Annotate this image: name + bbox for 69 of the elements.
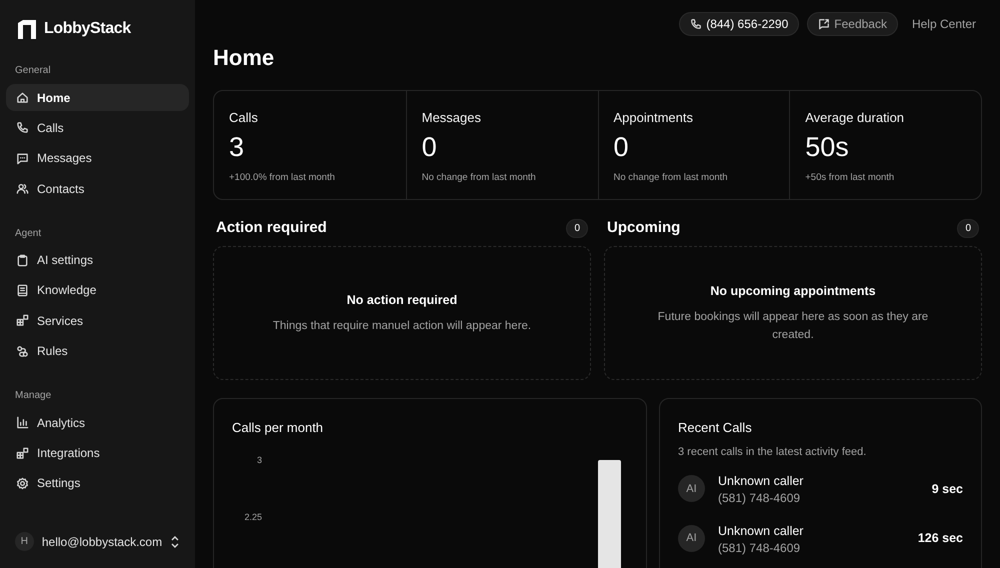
- nav-item[interactable]: Contacts: [6, 175, 189, 202]
- axis-label: 3: [256, 454, 262, 466]
- stat-note: No change from last month: [422, 170, 537, 184]
- stat-label: Appointments: [614, 109, 694, 127]
- stat-value: 0: [422, 130, 438, 164]
- nav-item[interactable]: Home: [6, 84, 189, 111]
- empty-state-title: No action required: [346, 292, 458, 310]
- blocks-icon: [16, 446, 29, 460]
- feedback-button[interactable]: Feedback: [807, 12, 898, 36]
- route-icon: [16, 344, 29, 358]
- caller-name: Unknown caller: [718, 473, 804, 490]
- nav-item[interactable]: Analytics: [6, 409, 189, 436]
- caller-phone: (581) 748-4609: [718, 490, 802, 506]
- call-duration: 126 sec: [918, 530, 963, 548]
- phone-button[interactable]: (844) 656-2290: [679, 12, 800, 36]
- settings-icon: [16, 476, 29, 490]
- card-subtitle: 3 recent calls in the latest activity feed.: [678, 444, 868, 460]
- section-title: Action required: [216, 218, 327, 238]
- stat-label: Calls: [229, 109, 259, 127]
- section-label: Manage: [14, 389, 52, 404]
- section-title: Upcoming: [607, 218, 680, 238]
- axis-label: 2.25: [244, 510, 262, 524]
- nav-item[interactable]: Calls: [6, 114, 189, 142]
- phone-icon: [690, 18, 702, 30]
- nav-item[interactable]: Knowledge: [6, 276, 189, 304]
- account-email[interactable]: hello@lobbystack.com: [42, 532, 162, 550]
- bar-chart-icon: [16, 416, 29, 430]
- caller-name: Unknown caller: [718, 522, 804, 540]
- nav-item[interactable]: AI settings: [6, 246, 189, 274]
- caller-avatar: AI: [678, 525, 705, 552]
- nav-item[interactable]: Integrations: [6, 440, 189, 467]
- stat-value: 0: [614, 130, 630, 164]
- chevron-up-down-icon[interactable]: [170, 536, 180, 548]
- chart-title: Calls per month: [232, 419, 324, 437]
- blocks-icon: [16, 314, 29, 328]
- caller-phone: (581) 748-4609: [718, 540, 802, 556]
- empty-state-text: Things that require manuel action will appear here.: [272, 318, 532, 334]
- count-badge: 0: [957, 218, 979, 238]
- call-duration: 9 sec: [932, 480, 963, 498]
- card-title: Recent Calls: [678, 419, 753, 437]
- stat-note: +100.0% from last month: [229, 170, 336, 184]
- book-icon: [16, 284, 29, 297]
- nav-item[interactable]: Messages: [6, 144, 189, 172]
- stat-value: 3: [229, 130, 246, 164]
- nav-item[interactable]: Settings: [6, 470, 189, 497]
- help-center-link[interactable]: Help Center: [906, 15, 982, 33]
- phone-icon: [16, 121, 29, 134]
- empty-state-title: No upcoming appointments: [710, 283, 876, 300]
- stat-label: Average duration: [805, 109, 906, 127]
- nav-item[interactable]: Services: [6, 307, 189, 334]
- logo-icon: [18, 20, 36, 38]
- section-label: Agent: [14, 226, 42, 241]
- stat-value: 50s: [805, 130, 850, 164]
- users-icon: [16, 182, 29, 196]
- stat-label: Messages: [422, 109, 482, 127]
- user-avatar: H: [15, 532, 34, 551]
- feedback-icon: [818, 18, 830, 30]
- chat-icon: [16, 152, 29, 165]
- empty-state-text: Future bookings will appear here as soon as they are created.: [656, 310, 930, 343]
- home-icon: [16, 91, 29, 104]
- clipboard-icon: [16, 254, 29, 267]
- nav-item[interactable]: Rules: [6, 338, 189, 365]
- brand-name: LobbyStack: [44, 19, 131, 39]
- stat-note: +50s from last month: [805, 170, 896, 184]
- caller-avatar: AI: [678, 475, 705, 502]
- stat-note: No change from last month: [614, 170, 729, 184]
- section-label: General: [14, 64, 52, 78]
- count-badge: 0: [566, 218, 588, 238]
- page-title: Home: [213, 44, 276, 72]
